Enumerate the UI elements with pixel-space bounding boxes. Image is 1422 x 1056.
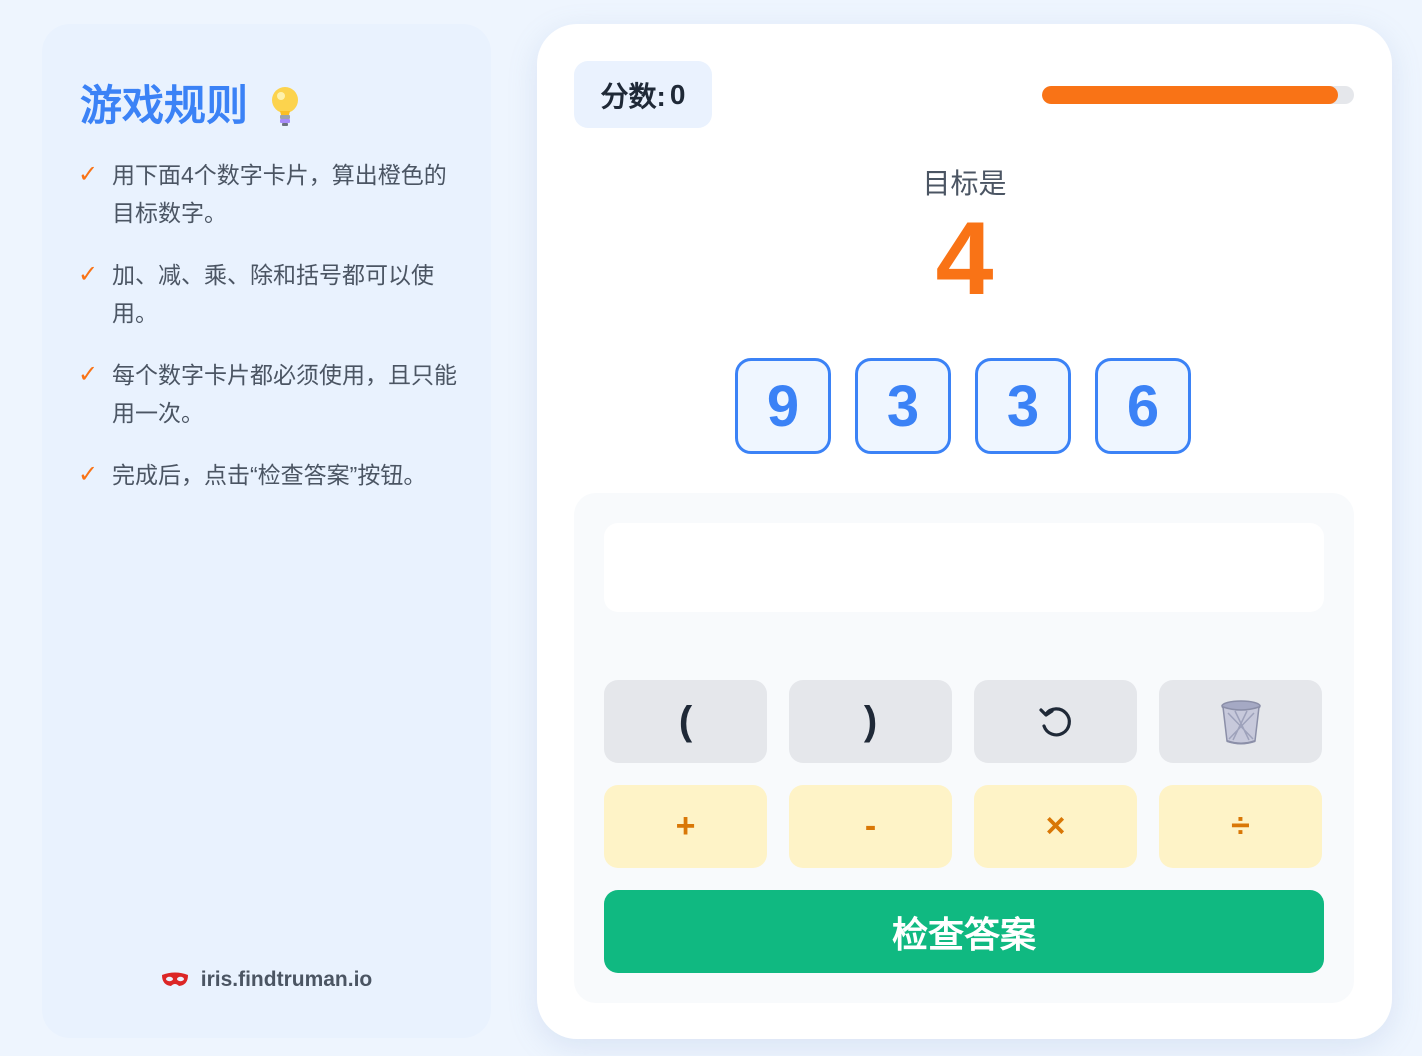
number-card[interactable]: 9 (735, 358, 831, 454)
divide-button[interactable]: ÷ (1159, 785, 1322, 868)
expression-display[interactable] (604, 523, 1324, 612)
number-cards: 9 3 3 6 (735, 358, 1191, 454)
check-icon: ✓ (78, 261, 99, 288)
red-mask-icon (161, 972, 188, 986)
undo-button[interactable] (974, 680, 1137, 763)
rule-text: 完成后，点击“检查答案”按钮。 (112, 462, 427, 488)
score-badge: 分数: 0 (574, 61, 712, 128)
trash-icon (1220, 699, 1261, 744)
number-card[interactable]: 6 (1095, 358, 1191, 454)
footer-brand-link[interactable]: iris.findtruman.io (42, 968, 491, 992)
rule-text: 加、减、乘、除和括号都可以使用。 (112, 262, 434, 326)
lightbulb-icon (270, 85, 300, 129)
multiply-button[interactable]: × (974, 785, 1137, 868)
open-paren-button[interactable]: ( (604, 680, 767, 763)
footer-brand-text: iris.findtruman.io (200, 968, 373, 991)
rules-list: ✓ 用下面4个数字卡片，算出橙色的目标数字。 ✓ 加、减、乘、除和括号都可以使用… (78, 156, 458, 518)
clear-button[interactable] (1159, 680, 1322, 763)
undo-icon (1038, 706, 1071, 736)
number-card[interactable]: 3 (855, 358, 951, 454)
score-label: 分数: (600, 80, 666, 112)
number-card[interactable]: 3 (975, 358, 1071, 454)
game-card: 分数: 0 目标是 4 9 3 3 6 ( ) + - × ÷ 检查答案 (537, 24, 1392, 1039)
rule-item: ✓ 每个数字卡片都必须使用，且只能用一次。 (78, 356, 458, 432)
rule-item: ✓ 完成后，点击“检查答案”按钮。 (78, 456, 458, 494)
target-number: 4 (935, 201, 994, 317)
rule-item: ✓ 用下面4个数字卡片，算出橙色的目标数字。 (78, 156, 458, 232)
rules-panel: 游戏规则 ✓ 用下面4个数字卡片，算出橙色的目标数字。 ✓ 加、减、乘、除和括号… (42, 24, 491, 1038)
rules-title-text: 游戏规则 (80, 82, 249, 129)
rule-item: ✓ 加、减、乘、除和括号都可以使用。 (78, 256, 458, 332)
check-icon: ✓ (78, 461, 99, 488)
check-icon: ✓ (78, 161, 99, 188)
timer-bar (1042, 86, 1354, 104)
rule-text: 每个数字卡片都必须使用，且只能用一次。 (112, 362, 457, 426)
timer-bar-fill (1042, 86, 1339, 104)
check-answer-button[interactable]: 检查答案 (604, 890, 1324, 973)
score-value: 0 (669, 78, 686, 110)
rules-title: 游戏规则 (80, 72, 300, 133)
plus-button[interactable]: + (604, 785, 767, 868)
close-paren-button[interactable]: ) (789, 680, 952, 763)
rule-text: 用下面4个数字卡片，算出橙色的目标数字。 (112, 162, 447, 226)
target-label: 目标是 (922, 168, 1007, 199)
check-icon: ✓ (78, 361, 99, 388)
minus-button[interactable]: - (789, 785, 952, 868)
keypad: ( ) + - × ÷ (604, 680, 1324, 868)
work-area: ( ) + - × ÷ 检查答案 (574, 493, 1354, 1003)
